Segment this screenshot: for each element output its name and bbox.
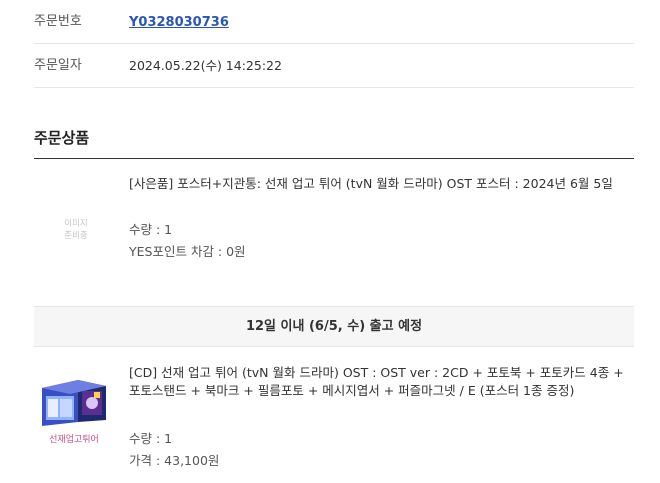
order-date-value: 2024.05.22(수) 14:25:22 [129, 58, 282, 73]
order-number-label: 주문번호 [34, 14, 82, 29]
cd-product-quantity: 수량 : 1 [129, 431, 173, 446]
cd-product-price: 가격 : 43,100원 [129, 453, 220, 468]
album-cover-art: 선재업고튀어 [34, 366, 114, 450]
gift-product-points: YES포인트 차감 : 0원 [129, 244, 246, 259]
order-detail-panel: 주문번호 Y0328030736 주문일자 2024.05.22(수) 14:2… [34, 0, 634, 483]
album-cover-image[interactable]: 선재업고튀어 [34, 366, 114, 450]
order-date-row: 주문일자 2024.05.22(수) 14:25:22 [34, 44, 634, 88]
album-cover-caption: 선재업고튀어 [49, 433, 99, 445]
order-number-value-cell: Y0328030736 [129, 0, 229, 45]
order-number-row: 주문번호 Y0328030736 [34, 0, 634, 44]
section-divider [34, 158, 634, 159]
ordered-items-heading: 주문상품 [34, 129, 90, 147]
product-image-placeholder: 이미지 준비중 [34, 166, 114, 286]
gift-product-title[interactable]: [사은품] 포스터+지관통: 선재 업고 튀어 (tvN 월화 드라마) OST… [129, 175, 634, 193]
shipping-estimate-bar: 12일 이내 (6/5, 수) 출고 예정 [34, 306, 634, 347]
order-number-link[interactable]: Y0328030736 [129, 15, 229, 30]
cd-product-title[interactable]: [CD] 선재 업고 튀어 (tvN 월화 드라마) OST : OST ver… [129, 364, 634, 400]
gift-product-quantity: 수량 : 1 [129, 222, 173, 237]
image-preparing-text: 이미지 준비중 [64, 219, 88, 241]
order-date-label: 주문일자 [34, 58, 82, 73]
